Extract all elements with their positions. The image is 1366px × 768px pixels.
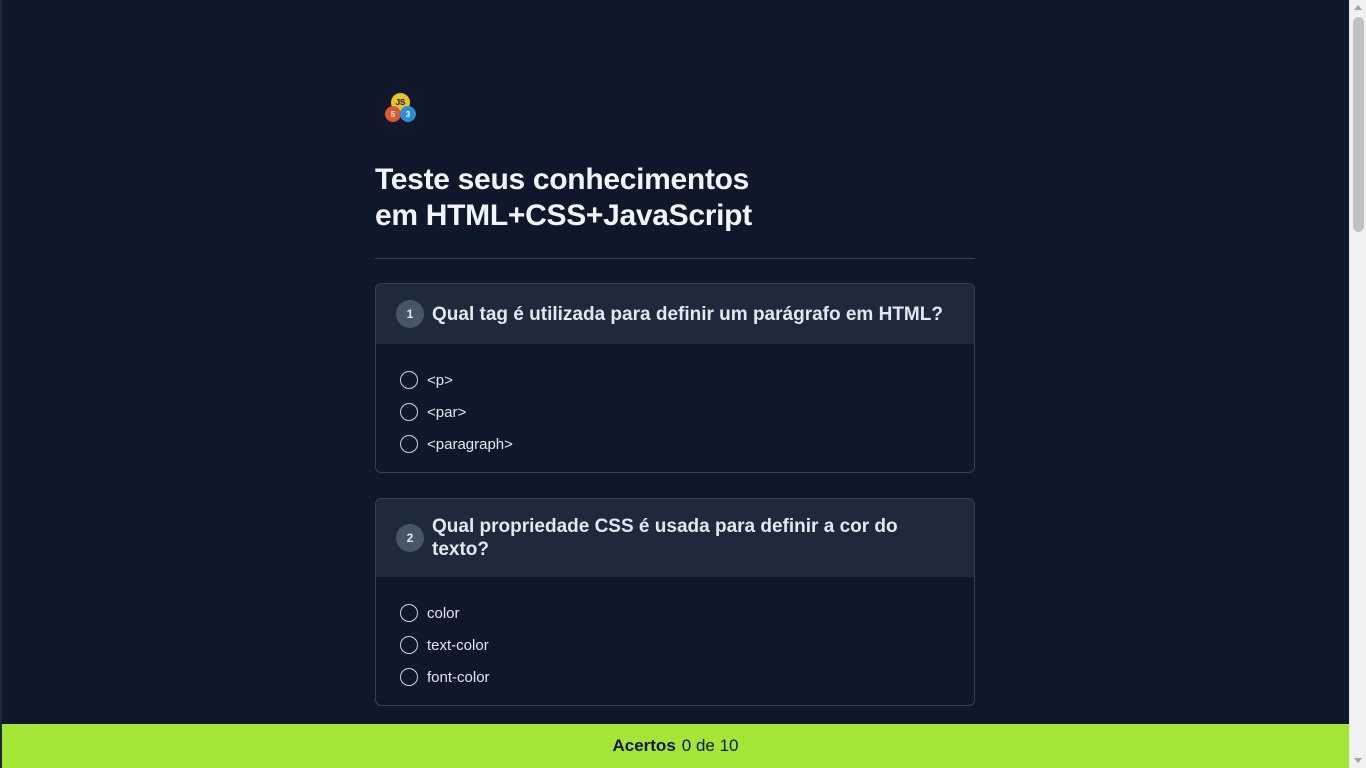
option-color[interactable]: color [400,597,950,629]
option-par[interactable]: <par> [400,396,950,428]
question-number-badge: 1 [396,300,424,328]
quiz-container: JS 5 3 Teste seus conhecimentos em HTML+… [375,84,975,706]
scroll-up-icon[interactable] [1354,5,1362,10]
option-label: text-color [427,636,489,654]
question-card-2: 2 Qual propriedade CSS é usada para defi… [375,498,975,706]
scroll-down-icon[interactable] [1354,758,1362,763]
scrollbar-thumb[interactable] [1353,17,1364,232]
divider [375,258,975,259]
option-text-color[interactable]: text-color [400,629,950,661]
score-label: Acertos [612,736,676,755]
option-label: color [427,604,460,622]
css3-logo-icon: 3 [400,106,416,122]
question-card-1: 1 Qual tag é utilizada para definir um p… [375,283,975,473]
radio-button[interactable] [400,403,418,421]
radio-button[interactable] [400,371,418,389]
title-line-2: em HTML+CSS+JavaScript [375,199,752,232]
page-title: Teste seus conhecimentos em HTML+CSS+Jav… [375,162,975,234]
option-p[interactable]: <p> [400,364,950,396]
option-paragraph[interactable]: <paragraph> [400,428,950,460]
option-label: <paragraph> [427,435,513,453]
question-number-badge: 2 [396,524,424,552]
logo: JS 5 3 [375,84,427,136]
title-line-1: Teste seus conhecimentos [375,163,750,196]
html5-logo-icon: 5 [385,106,401,122]
radio-button[interactable] [400,435,418,453]
left-edge [0,0,2,768]
option-label: font-color [427,668,490,686]
radio-button[interactable] [400,668,418,686]
question-header: 1 Qual tag é utilizada para definir um p… [376,284,974,344]
score-value: 0 de 10 [681,736,739,755]
options-list: color text-color font-color [376,577,974,705]
radio-button[interactable] [400,636,418,654]
question-text: Qual propriedade CSS é usada para defini… [432,516,898,560]
question-header: 2 Qual propriedade CSS é usada para defi… [376,499,974,577]
scrollbar[interactable] [1349,0,1366,768]
radio-button[interactable] [400,604,418,622]
options-list: <p> <par> <paragraph> [376,344,974,472]
option-label: <p> [427,371,453,389]
score-bar: Acertos 0 de 10 [2,724,1349,768]
option-label: <par> [427,403,467,421]
question-text: Qual tag é utilizada para definir um par… [432,303,943,325]
option-font-color[interactable]: font-color [400,661,950,693]
